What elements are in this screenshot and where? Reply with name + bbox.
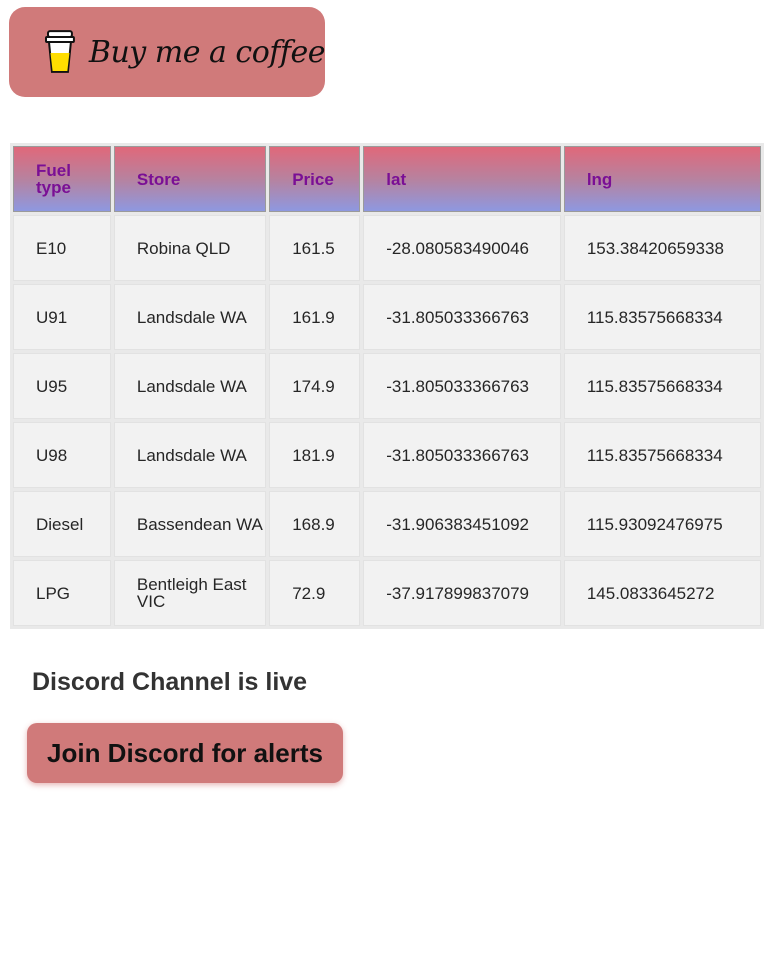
header-lat: lat [363,146,561,212]
table-header-row: Fuel type Store Price lat lng [13,146,761,212]
cell-lat: -31.805033366763 [363,284,561,350]
cell-lat: -31.805033366763 [363,422,561,488]
buy-me-a-coffee-button[interactable]: Buy me a coffee [9,7,326,97]
cell-lng: 115.83575668334 [563,422,761,488]
cell-store: Landsdale WA [113,422,267,488]
header-store: Store [113,146,267,212]
table-row: Diesel Bassendean WA 168.9 -31.906383451… [13,491,761,557]
cell-fuel-type: U91 [13,284,111,350]
cell-lng: 115.83575668334 [563,353,761,419]
cell-price: 72.9 [269,560,361,626]
header-price: Price [269,146,361,212]
table-row: U95 Landsdale WA 174.9 -31.805033366763 … [13,353,761,419]
discord-heading: Discord Channel is live [32,668,308,696]
cell-fuel-type: E10 [13,215,111,281]
header-lng: lng [563,146,761,212]
cell-store: Landsdale WA [113,353,267,419]
buy-me-a-coffee-label: Buy me a coffee [88,34,326,70]
table-row: U98 Landsdale WA 181.9 -31.805033366763 … [13,422,761,488]
cell-price: 174.9 [269,353,361,419]
cell-fuel-type: LPG [13,560,111,626]
cell-lat: -31.906383451092 [363,491,561,557]
cell-lng: 145.0833645272 [563,560,761,626]
cell-lat: -28.080583490046 [363,215,561,281]
coffee-cup-icon [45,30,75,73]
table-row: U91 Landsdale WA 161.9 -31.805033366763 … [13,284,761,350]
cell-fuel-type: Diesel [13,491,111,557]
cell-fuel-type: U95 [13,353,111,419]
cell-lng: 153.38420659338 [563,215,761,281]
cell-store: Bentleigh East VIC [113,560,267,626]
cell-price: 181.9 [269,422,361,488]
table-row: E10 Robina QLD 161.5 -28.080583490046 15… [13,215,761,281]
cell-lat: -37.917899837079 [363,560,561,626]
join-discord-button[interactable]: Join Discord for alerts [27,723,343,783]
cell-price: 161.5 [269,215,361,281]
cell-lng: 115.93092476975 [563,491,761,557]
header-fuel-type: Fuel type [13,146,111,212]
cell-store: Robina QLD [113,215,267,281]
cell-lng: 115.83575668334 [563,284,761,350]
cell-price: 168.9 [269,491,361,557]
cell-store: Landsdale WA [113,284,267,350]
page: Buy me a coffee Fuel type Store Price la… [0,0,764,957]
fuel-price-table: Fuel type Store Price lat lng E10 Robina… [10,143,764,629]
cell-price: 161.9 [269,284,361,350]
cell-fuel-type: U98 [13,422,111,488]
cell-store: Bassendean WA [113,491,267,557]
table-row: LPG Bentleigh East VIC 72.9 -37.91789983… [13,560,761,626]
cell-lat: -31.805033366763 [363,353,561,419]
